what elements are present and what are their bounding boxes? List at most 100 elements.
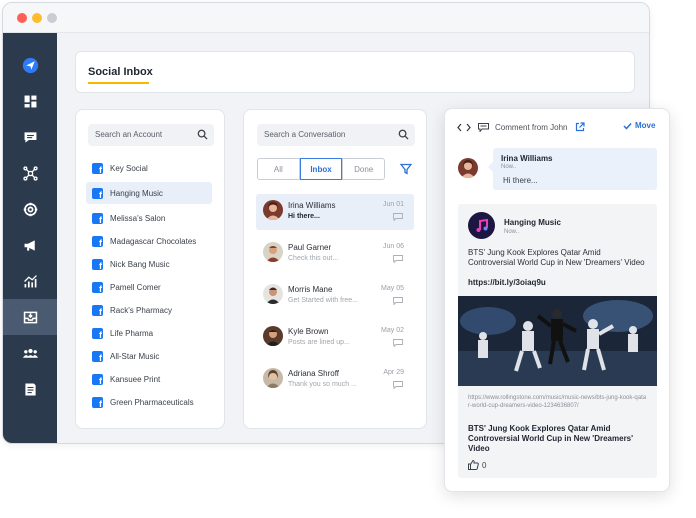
chevron-left-right-icon[interactable] xyxy=(457,123,471,132)
comment-icon xyxy=(478,123,489,132)
title-bar xyxy=(3,3,649,33)
page-title: Social Inbox xyxy=(88,66,153,78)
comment-icon xyxy=(393,381,403,389)
nav-support[interactable] xyxy=(3,191,57,227)
comment-icon xyxy=(393,213,403,221)
nav-dashboard[interactable] xyxy=(3,83,57,119)
facebook-icon xyxy=(92,373,103,386)
account-item[interactable]: Madagascar Chocolates xyxy=(86,230,212,252)
filter-icon[interactable] xyxy=(400,163,412,175)
comment-meta: Now.. xyxy=(501,164,517,170)
dashboard-grid-icon xyxy=(24,95,36,107)
conversation-name: Paul Garner xyxy=(288,243,332,252)
account-item[interactable]: Nick Bang Music xyxy=(86,253,212,275)
tab-done[interactable]: Done xyxy=(342,158,386,180)
facebook-icon xyxy=(92,187,103,200)
conversation-item[interactable]: Morris Mane Get Started with free... May… xyxy=(256,278,414,314)
title-underline xyxy=(88,82,149,84)
account-label: Life Pharma xyxy=(110,328,154,338)
comment-icon xyxy=(393,339,403,347)
comment-icon xyxy=(393,255,403,263)
conversation-date: Jun 01 xyxy=(382,201,404,208)
account-item[interactable]: Life Pharma xyxy=(86,322,212,344)
conversation-item[interactable]: Irina Williams Hi there... Jun 01 xyxy=(256,194,414,230)
conversation-item[interactable]: Adriana Shroff Thank you so much ... Apr… xyxy=(256,362,414,398)
account-label: Rack's Pharmacy xyxy=(110,305,172,315)
facebook-icon xyxy=(92,162,103,175)
music-note-icon xyxy=(476,218,488,232)
conversation-date: May 05 xyxy=(381,285,404,292)
conversation-filter-tabs: All Inbox Done xyxy=(257,158,386,180)
post-meta: Now.. xyxy=(504,229,520,235)
avatar xyxy=(263,284,283,304)
avatar xyxy=(263,200,283,220)
account-item[interactable]: Green Pharmaceuticals xyxy=(86,391,212,413)
tab-all[interactable]: All xyxy=(257,158,300,180)
nav-social-inbox[interactable] xyxy=(3,299,57,335)
avatar xyxy=(263,368,283,388)
conversation-item[interactable]: Kyle Brown Posts are lined up... May 02 xyxy=(256,320,414,356)
account-item[interactable]: Rack's Pharmacy xyxy=(86,299,212,321)
search-icon[interactable] xyxy=(398,129,409,140)
conversation-date: Apr 29 xyxy=(383,369,404,376)
nav-campaigns[interactable] xyxy=(3,227,57,263)
account-item[interactable]: Key Social xyxy=(86,157,212,179)
nav-team[interactable] xyxy=(3,335,57,371)
tab-inbox[interactable]: Inbox xyxy=(299,158,343,180)
chat-bubble-icon xyxy=(24,131,36,143)
move-button[interactable]: Move xyxy=(623,121,655,130)
post-image[interactable] xyxy=(458,296,657,386)
conversation-date: May 02 xyxy=(381,327,404,334)
facebook-icon xyxy=(92,258,103,271)
document-list-icon xyxy=(24,383,36,395)
post-link-title[interactable]: BTS' Jung Kook Explores Qatar Amid Contr… xyxy=(468,424,648,454)
account-item[interactable]: All-Star Music xyxy=(86,345,212,367)
inbox-tray-icon xyxy=(23,311,37,323)
comment-bubble: Irina Williams Now.. Hi there... xyxy=(488,148,657,190)
detail-header-text: Comment from John xyxy=(495,123,568,132)
comment-text: Hi there... xyxy=(503,176,538,185)
conversation-search-placeholder: Search a Conversation xyxy=(264,130,346,139)
facebook-icon xyxy=(92,281,103,294)
account-item[interactable]: Hanging Music xyxy=(86,182,212,204)
nav-reports[interactable] xyxy=(3,371,57,407)
conversation-name: Kyle Brown xyxy=(288,327,329,336)
comment-author: Irina Williams xyxy=(501,154,553,163)
network-hub-icon xyxy=(22,165,38,181)
external-link-icon[interactable] xyxy=(575,122,585,132)
nav-publish[interactable] xyxy=(3,47,57,83)
post-card: Hanging Music Now.. BTS' Jung Kook Explo… xyxy=(458,204,657,478)
nav-inbox-messages[interactable] xyxy=(3,119,57,155)
account-item[interactable]: Melissa's Salon xyxy=(86,207,212,229)
like-count: 0 xyxy=(482,461,487,470)
sidebar-nav xyxy=(3,33,57,443)
account-item[interactable]: Kansuee Print xyxy=(86,368,212,390)
account-item[interactable]: Pamell Comer xyxy=(86,276,212,298)
account-label: All-Star Music xyxy=(110,351,160,361)
thumbs-up-icon[interactable] xyxy=(468,460,479,470)
account-search-input[interactable]: Search an Account xyxy=(88,124,214,146)
minimize-window-button[interactable] xyxy=(32,13,42,23)
accounts-panel: Search an Account Key Social Hanging Mus… xyxy=(75,109,225,429)
close-window-button[interactable] xyxy=(17,13,27,23)
users-group-icon xyxy=(22,348,38,358)
facebook-icon xyxy=(92,235,103,248)
maximize-window-button[interactable] xyxy=(47,13,57,23)
check-icon xyxy=(623,122,632,130)
facebook-icon xyxy=(92,304,103,317)
account-search-placeholder: Search an Account xyxy=(95,130,163,139)
comment-icon xyxy=(393,297,403,305)
conversation-search-input[interactable]: Search a Conversation xyxy=(257,124,415,146)
nav-network[interactable] xyxy=(3,155,57,191)
conversation-name: Irina Williams xyxy=(288,201,336,210)
conversations-panel: Search a Conversation All Inbox Done Iri… xyxy=(243,109,427,429)
search-icon[interactable] xyxy=(197,129,208,140)
post-link[interactable]: https://bit.ly/3oiaq9u xyxy=(468,278,546,287)
post-url[interactable]: https://www.rollingstone.com/music/music… xyxy=(468,394,648,410)
conversation-item[interactable]: Paul Garner Check this out... Jun 06 xyxy=(256,236,414,272)
page-header: Social Inbox xyxy=(75,51,635,93)
account-label: Madagascar Chocolates xyxy=(110,236,197,246)
nav-analytics[interactable] xyxy=(3,263,57,299)
account-label: Green Pharmaceuticals xyxy=(110,397,194,407)
avatar xyxy=(263,242,283,262)
